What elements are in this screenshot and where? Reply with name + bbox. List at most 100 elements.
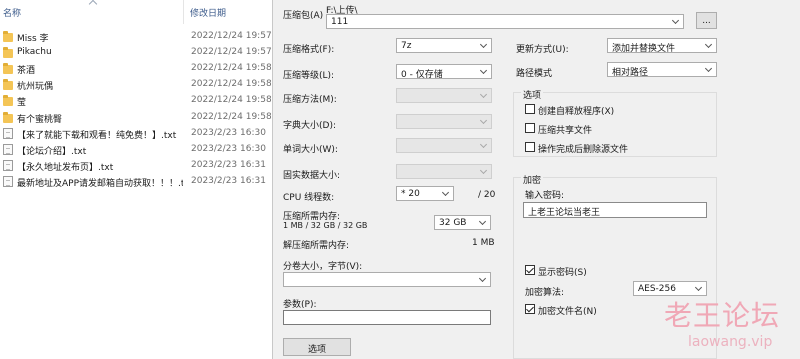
sort-chevron-icon[interactable] (88, 0, 98, 9)
path-mode-value: 相对路径 (612, 68, 649, 77)
text-file-icon (3, 127, 13, 139)
column-header-name[interactable]: 名称 (3, 6, 21, 19)
shared-files-checkbox[interactable] (525, 123, 535, 133)
format-select[interactable]: 7z (396, 38, 492, 53)
level-label: 压缩等级(L): (283, 71, 335, 81)
decompress-memory-value: 1 MB (472, 238, 495, 248)
cpu-value: * 20 (401, 189, 420, 199)
sfx-checkbox[interactable] (525, 104, 535, 114)
update-mode-label: 更新方式(U): (516, 45, 569, 55)
show-password-checkbox[interactable] (525, 265, 535, 275)
file-name: Pikachu (17, 47, 52, 58)
encryption-group-title: 加密 (521, 173, 544, 186)
file-row[interactable]: 茶酒 2022/12/24 19:58 (0, 61, 272, 77)
file-row[interactable]: Pikachu 2022/12/24 19:57 (0, 45, 272, 61)
cpu-total: / 20 (478, 190, 496, 200)
file-row[interactable]: 杭州玩偶 2022/12/24 19:58 (0, 77, 272, 93)
format-label: 压缩格式(F): (283, 45, 335, 55)
level-value: 0 - 仅存储 (401, 70, 443, 79)
word-label: 单词大小(W): (283, 145, 338, 155)
dict-label: 字典大小(D): (283, 121, 336, 131)
method-label: 压缩方法(M): (283, 95, 337, 105)
folder-icon (3, 79, 13, 91)
solid-select[interactable] (396, 164, 492, 179)
text-file-icon (3, 143, 13, 155)
chevron-down-icon (479, 140, 488, 149)
file-modified-date: 2022/12/24 19:57 (191, 31, 271, 41)
show-password-label[interactable]: 显示密码(S) (538, 265, 587, 278)
file-row[interactable]: 莹 2022/12/24 19:58 (0, 93, 272, 109)
file-modified-date: 2022/12/24 19:58 (191, 63, 271, 74)
encrypt-names-label[interactable]: 加密文件名(N) (538, 304, 597, 317)
decompress-memory-label: 解压缩所需内存: (283, 241, 350, 251)
cpu-label: CPU 线程数: (283, 193, 335, 203)
memory-select[interactable]: 32 GB (434, 215, 491, 230)
column-divider[interactable] (183, 0, 184, 24)
archive-name-value: 111 (331, 17, 349, 27)
watermark-text: 老王论坛 (664, 299, 781, 332)
column-header-date[interactable]: 修改日期 (190, 6, 226, 19)
chevron-down-icon (478, 217, 487, 226)
delete-after-checkbox[interactable] (525, 142, 535, 152)
options-button[interactable]: 选项 (283, 338, 351, 356)
file-modified-date: 2022/12/24 19:58 (191, 95, 271, 106)
folder-icon (3, 111, 13, 123)
path-mode-select[interactable]: 相对路径 (607, 62, 717, 77)
file-name: Miss 李 (17, 34, 49, 44)
shared-files-label[interactable]: 压缩共享文件 (538, 123, 592, 136)
cpu-select[interactable]: * 20 (396, 186, 454, 201)
update-mode-value: 添加并替换文件 (612, 44, 676, 53)
encryption-method-value: AES-256 (638, 284, 676, 294)
file-modified-date: 2023/2/23 16:31 (191, 159, 266, 170)
word-select[interactable] (396, 138, 492, 153)
chevron-down-icon (479, 90, 488, 99)
file-row[interactable]: Miss 李 2022/12/24 19:57 (0, 29, 272, 45)
method-select[interactable] (396, 88, 492, 103)
file-name: 【永久地址发布页】.txt (17, 162, 114, 173)
sfx-label[interactable]: 创建自释放程序(X) (538, 104, 614, 117)
file-name: 最新地址及APP请发邮箱自动获取！！！.txt (17, 178, 183, 189)
file-row[interactable]: 【论坛介绍】.txt 2023/2/23 16:30 (0, 142, 272, 158)
archive-name-combo[interactable]: 111 (326, 14, 684, 29)
file-explorer: 名称 修改日期 Miss 李 2022/12/24 19:57 Pikachu 202… (0, 0, 272, 359)
level-select[interactable]: 0 - 仅存储 (396, 64, 492, 79)
folder-icon (3, 95, 13, 107)
options-group-title: 选项 (521, 88, 544, 101)
update-mode-select[interactable]: 添加并替换文件 (607, 38, 717, 53)
file-modified-date: 2022/12/24 19:57 (191, 47, 271, 58)
chevron-down-icon (479, 166, 488, 175)
password-input[interactable]: 上老王论坛当老王 (523, 202, 707, 218)
memory-value: 32 GB (439, 218, 467, 228)
file-modified-date: 2023/2/23 16:31 (191, 175, 266, 186)
memory-detail: 1 MB / 32 GB / 32 GB (283, 221, 368, 230)
file-name: 【论坛介绍】.txt (17, 146, 87, 157)
file-row[interactable]: 最新地址及APP请发邮箱自动获取！！！.txt 2023/2/23 16:31 (0, 174, 272, 190)
browse-button[interactable]: ... (696, 12, 717, 29)
chevron-down-icon (671, 16, 680, 25)
watermark-url: laowang.vip (688, 334, 773, 350)
parameters-input[interactable] (283, 310, 491, 325)
file-name: 【来了就能下载和观看！纯免费！】.txt (17, 130, 177, 141)
file-row[interactable]: 【来了就能下载和观看！纯免费！】.txt 2023/2/23 16:30 (0, 126, 272, 142)
encrypt-names-checkbox[interactable] (525, 304, 535, 314)
password-label: 输入密码: (525, 191, 565, 201)
chevron-down-icon (704, 64, 713, 73)
dict-select[interactable] (396, 114, 492, 129)
split-volume-select[interactable] (283, 272, 491, 287)
file-row[interactable]: 有个蜜桃臀 2022/12/24 19:58 (0, 110, 272, 126)
chevron-down-icon (479, 40, 488, 49)
file-row[interactable]: 【永久地址发布页】.txt 2023/2/23 16:31 (0, 158, 272, 174)
file-modified-date: 2022/12/24 19:58 (191, 111, 271, 122)
file-modified-date: 2023/2/23 16:30 (191, 127, 266, 138)
parameters-label: 参数(P): (283, 300, 317, 310)
encryption-method-label: 加密算法: (525, 288, 565, 298)
split-volume-label: 分卷大小，字节(V): (283, 262, 363, 272)
chevron-down-icon (694, 283, 703, 292)
chevron-down-icon (704, 40, 713, 49)
text-file-icon (3, 159, 13, 171)
solid-label: 固实数据大小: (283, 171, 341, 181)
file-name: 杭州玩偶 (17, 82, 54, 93)
delete-after-label[interactable]: 操作完成后删除源文件 (538, 142, 628, 155)
chevron-down-icon (441, 188, 450, 197)
chevron-down-icon (479, 116, 488, 125)
